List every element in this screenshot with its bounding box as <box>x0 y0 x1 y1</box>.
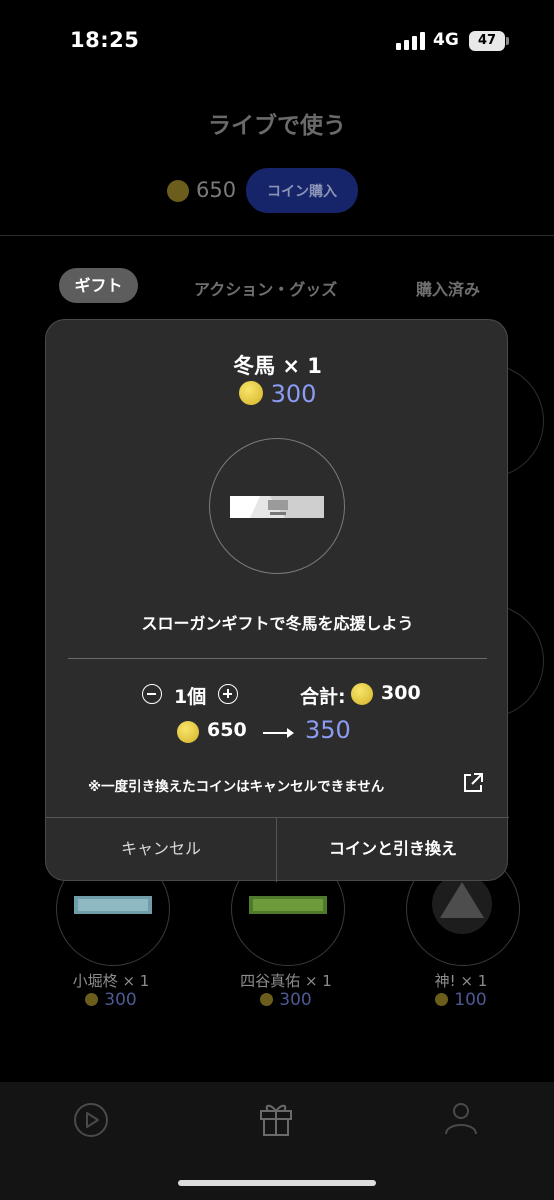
divider <box>68 658 487 659</box>
item-name: 小堀柊 × 1 <box>72 972 150 990</box>
coin-icon <box>167 180 189 202</box>
exchange-confirm-button[interactable]: コインと引き換え <box>277 817 509 881</box>
slogan-banner-image <box>230 496 324 518</box>
coin-icon <box>238 381 263 405</box>
tab-action-goods[interactable]: アクション・グッズ <box>194 276 337 300</box>
exchange-dialog: 冬馬 × 1 300 スローガンギフトで冬馬を応援しよう 1個 合計: 300 … <box>45 319 509 882</box>
quantity-value: 1個 <box>174 686 207 708</box>
tab-purchased[interactable]: 購入済み <box>416 276 480 300</box>
balance-after: 350 <box>305 716 351 744</box>
minus-button[interactable] <box>142 684 162 704</box>
cancel-notice: ※一度引き換えたコインはキャンセルできません <box>88 779 385 795</box>
coin-icon <box>177 721 199 743</box>
slogan-banner-image <box>74 896 152 914</box>
item-price: 300 <box>211 990 361 1010</box>
page-title: ライブで使う <box>208 113 346 139</box>
status-time: 18:25 <box>70 28 140 52</box>
battery-icon: 47 <box>469 31 505 51</box>
divider <box>0 235 554 236</box>
item-price: 300 <box>36 990 186 1010</box>
item-name: 神! × 1 <box>434 972 488 990</box>
tab-gift[interactable]: ギフト <box>59 268 138 303</box>
coin-icon <box>435 993 449 1006</box>
cellular-signal-icon <box>396 32 425 50</box>
play-icon[interactable] <box>73 1102 109 1138</box>
cancel-button[interactable]: キャンセル <box>46 817 276 881</box>
coin-icon <box>85 993 99 1006</box>
gift-icon[interactable] <box>258 1099 294 1137</box>
coin-balance: 650 <box>196 178 237 202</box>
network-type: 4G <box>433 30 459 50</box>
total-value: 300 <box>381 682 421 704</box>
battery-tip <box>506 37 509 45</box>
item-price: 100 <box>386 990 536 1010</box>
slogan-banner-image <box>249 896 327 914</box>
external-link-icon[interactable] <box>462 772 484 794</box>
profile-icon[interactable] <box>443 1100 479 1136</box>
item-name: 四谷真佑 × 1 <box>240 972 332 990</box>
balance-before: 650 <box>207 719 247 741</box>
arrow-head-icon <box>287 728 294 738</box>
buy-coins-button[interactable]: コイン購入 <box>246 168 358 213</box>
plus-button[interactable] <box>218 684 238 704</box>
coin-icon <box>351 683 373 705</box>
dialog-title: 冬馬 × 1 <box>233 354 322 378</box>
dialog-description: スローガンギフトで冬馬を応援しよう <box>141 614 414 633</box>
home-indicator <box>178 1180 376 1186</box>
dialog-price: 300 <box>46 380 509 408</box>
coin-icon <box>260 993 274 1006</box>
total-label: 合計: <box>300 686 346 708</box>
